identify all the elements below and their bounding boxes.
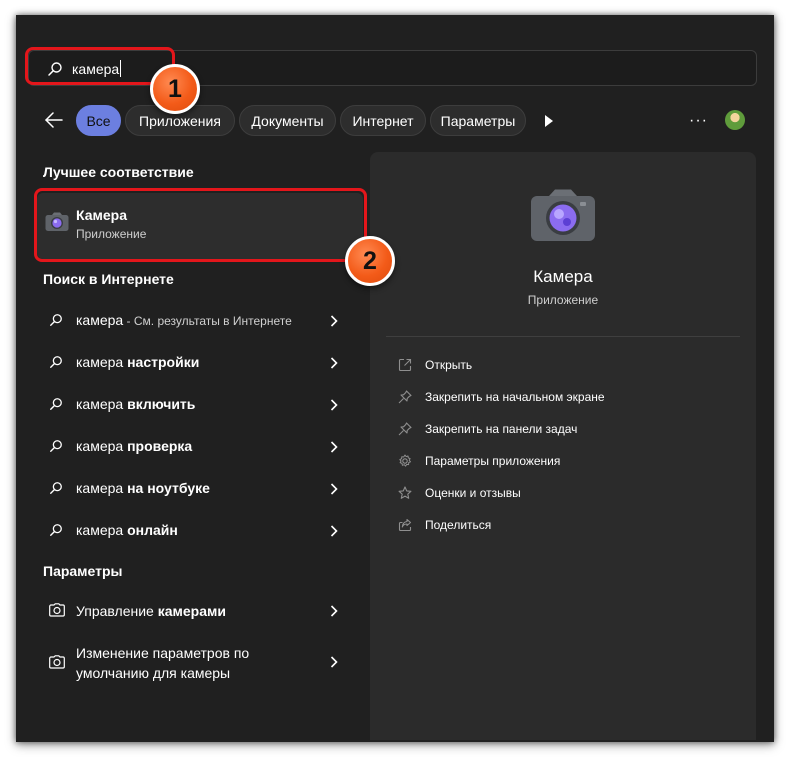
web-result-suggestion: включить [127,396,196,412]
action-open[interactable]: Открыть [398,356,698,376]
action-label: Поделиться [425,518,492,532]
camera-outline-icon [49,603,65,617]
filter-documents[interactable]: Документы [239,105,336,136]
web-result-hint: - См. результаты в Интернете [123,314,292,328]
web-result-suggestion: онлайн [127,522,178,538]
web-result-item[interactable]: камера настройки [40,344,360,380]
chevron-right-icon [330,315,338,327]
pin-icon [398,422,412,436]
open-icon [398,358,412,372]
camera-app-large-icon [531,189,595,241]
camera-outline-icon [49,655,65,669]
web-search-heading: Поиск в Интернете [43,271,174,287]
chevron-right-icon [330,483,338,495]
chevron-right-icon [330,656,338,668]
web-result-item[interactable]: камера проверка [40,428,360,464]
web-result-item[interactable]: камера включить [40,386,360,422]
action-ratings[interactable]: Оценки и отзывы [398,484,698,504]
best-match-heading: Лучшее соответствие [43,164,194,180]
star-icon [398,486,412,499]
search-icon [50,398,62,410]
settings-item-manage-cameras[interactable]: Управление камерами [40,594,360,630]
settings-item-text-bold: камерами [157,603,226,619]
web-result-query: камера [76,396,128,412]
preview-title: Камера [533,267,593,286]
preview-divider [386,336,740,337]
web-result-query: камера [76,480,128,496]
preview-subtitle: Приложение [527,293,599,307]
action-pin-start[interactable]: Закрепить на начальном экране [398,388,698,408]
chevron-right-icon [330,525,338,537]
step-marker-2: 2 [345,236,395,286]
web-result-suggestion: проверка [127,438,193,454]
settings-item-text: Управление [76,603,158,619]
scroll-filters-right-icon[interactable] [545,115,553,127]
search-icon [50,356,62,368]
action-app-settings[interactable]: Параметры приложения [398,452,698,472]
web-result-suggestion: настройки [127,354,200,370]
web-result-suggestion: на ноутбуке [127,480,210,496]
chevron-right-icon [330,399,338,411]
chevron-right-icon [330,605,338,617]
filter-settings[interactable]: Параметры [430,105,526,136]
settings-item-default-camera[interactable]: Изменение параметров по умолчанию для кам… [40,641,360,685]
web-result-item[interactable]: камера на ноутбуке [40,470,360,506]
web-result-query: камера [76,354,128,370]
web-result-item[interactable]: камера - См. результаты в Интернете [40,302,360,338]
web-result-item[interactable]: камера онлайн [40,512,360,548]
web-result-query: камера [76,438,128,454]
pin-icon [398,390,412,404]
step-marker-1: 1 [150,64,200,114]
action-share[interactable]: Поделиться [398,516,698,536]
filter-internet[interactable]: Интернет [340,105,426,136]
action-label: Закрепить на начальном экране [425,390,605,404]
highlight-best-match [34,188,367,262]
share-icon [398,518,412,532]
more-options-icon[interactable]: ··· [689,112,708,130]
action-label: Закрепить на панели задач [425,422,578,436]
search-icon [50,482,62,494]
settings-item-line1: Изменение параметров по [76,645,250,661]
filter-all[interactable]: Все [76,105,121,136]
settings-item-line2: умолчанию для камеры [76,665,231,681]
search-icon [50,440,62,452]
search-icon [50,314,62,326]
settings-heading: Параметры [43,563,123,579]
chevron-right-icon [330,441,338,453]
action-pin-taskbar[interactable]: Закрепить на панели задач [398,420,698,440]
action-label: Оценки и отзывы [425,486,521,500]
search-icon [50,524,62,536]
web-result-query: камера [76,522,128,538]
preview-panel: Камера Приложение Открыть Закрепить на н… [370,152,756,740]
chevron-right-icon [330,357,338,369]
gear-icon [399,454,411,467]
back-arrow-icon[interactable] [44,110,64,130]
account-avatar[interactable] [725,110,745,130]
action-label: Открыть [425,358,473,372]
web-result-query: камера [76,312,124,328]
action-label: Параметры приложения [425,454,561,468]
